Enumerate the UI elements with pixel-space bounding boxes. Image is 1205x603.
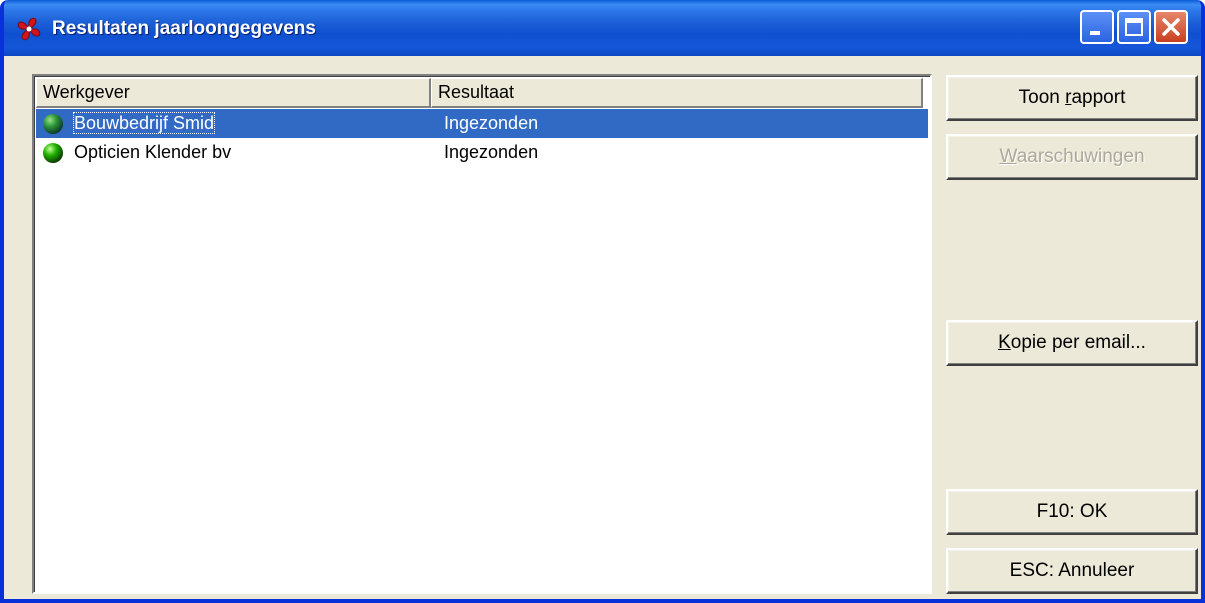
toon-rapport-button[interactable]: Toon rapport [946, 75, 1198, 121]
cell-werkgever: Bouwbedrijf Smid [36, 109, 438, 138]
list-header: Werkgever Resultaat [36, 78, 928, 108]
table-row[interactable]: Opticien Klender bv Ingezonden [36, 138, 928, 167]
window-title: Resultaten jaarloongegevens [52, 18, 316, 39]
row-werkgever-label: Opticien Klender bv [74, 142, 232, 162]
minimize-button[interactable] [1080, 10, 1114, 44]
cell-resultaat: Ingezonden [444, 142, 539, 162]
green-ball-icon [43, 143, 63, 163]
close-button[interactable] [1154, 10, 1188, 44]
cell-resultaat: Ingezonden [444, 113, 539, 133]
table-row[interactable]: Bouwbedrijf Smid Ingezonden [36, 109, 928, 138]
cell-werkgever: Opticien Klender bv [36, 138, 438, 167]
close-icon [1162, 18, 1180, 36]
row-werkgever-label: Bouwbedrijf Smid [72, 112, 216, 134]
waarschuwingen-button[interactable]: Waarschuwingen [946, 134, 1198, 180]
column-header-werkgever[interactable]: Werkgever [36, 78, 431, 108]
maximize-icon [1125, 18, 1143, 36]
dialog-client-area: Werkgever Resultaat Bouwbedrijf Smid Ing… [4, 56, 1201, 599]
results-list[interactable]: Werkgever Resultaat Bouwbedrijf Smid Ing… [32, 74, 932, 594]
maximize-button[interactable] [1117, 10, 1151, 44]
kopie-per-email-button[interactable]: Kopie per email... [946, 320, 1198, 366]
kopie-per-email-label: Kopie per email... [998, 332, 1146, 353]
toon-rapport-label: Toon rapport [1018, 87, 1126, 108]
red-swirl-icon [17, 17, 41, 41]
waarschuwingen-label: Waarschuwingen [999, 146, 1145, 167]
dialog-window: Resultaten jaarloongegevens Werkgever Re… [0, 0, 1205, 603]
ok-button[interactable]: F10: OK [946, 489, 1198, 535]
column-header-resultaat[interactable]: Resultaat [431, 78, 923, 108]
list-body: Bouwbedrijf Smid Ingezonden Opticien Kle… [36, 109, 928, 167]
annuleer-button[interactable]: ESC: Annuleer [946, 548, 1198, 594]
minimize-icon [1090, 31, 1100, 35]
green-ball-icon [43, 114, 63, 134]
title-bar[interactable]: Resultaten jaarloongegevens [4, 0, 1201, 56]
